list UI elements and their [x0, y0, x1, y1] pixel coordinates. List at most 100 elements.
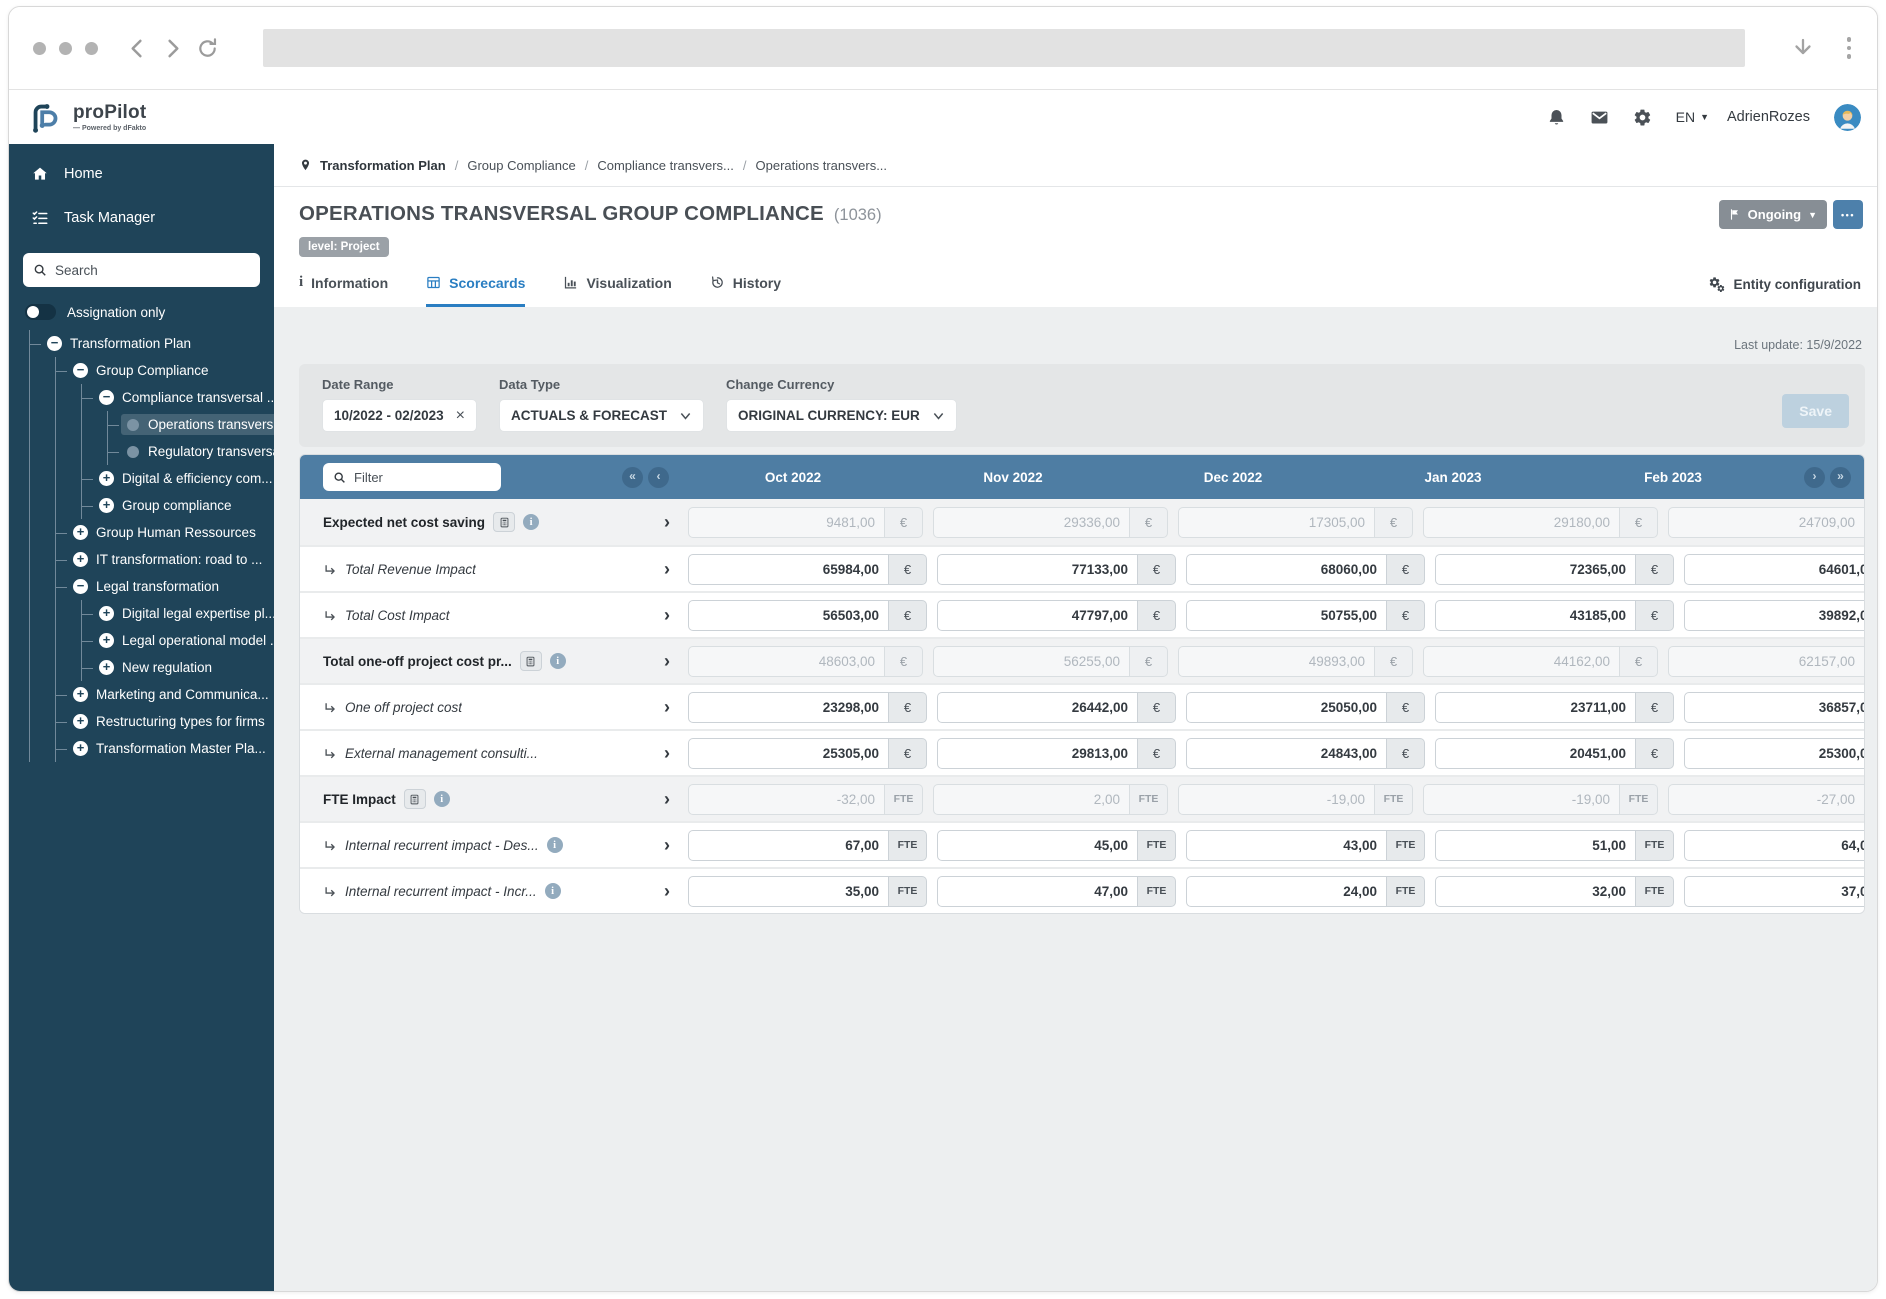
calculator-icon[interactable]: [403, 789, 426, 809]
value-input[interactable]: [1684, 829, 1864, 861]
value-input[interactable]: [1435, 599, 1636, 631]
collapse-node-icon[interactable]: −: [47, 336, 62, 351]
value-input[interactable]: [1186, 553, 1387, 585]
value-input[interactable]: [1186, 599, 1387, 631]
gear-icon[interactable]: [1633, 108, 1652, 127]
expand-node-icon[interactable]: +: [99, 606, 114, 621]
window-control-dot[interactable]: [33, 41, 46, 55]
value-input[interactable]: [1684, 553, 1864, 585]
data-type-select[interactable]: ACTUALS & FORECAST: [498, 399, 704, 432]
expand-node-icon[interactable]: +: [73, 714, 88, 729]
date-range-input[interactable]: 10/2022 - 02/2023 ×: [322, 399, 477, 432]
calculator-icon[interactable]: [493, 512, 516, 532]
window-control-dot[interactable]: [59, 41, 72, 55]
expand-node-icon[interactable]: +: [73, 687, 88, 702]
value-input[interactable]: [937, 875, 1138, 907]
propilot-logo[interactable]: proPilot — Powered by dFakto: [27, 98, 146, 136]
collapse-node-icon[interactable]: −: [73, 363, 88, 378]
value-input[interactable]: [688, 599, 889, 631]
back-icon[interactable]: [126, 37, 149, 60]
expand-row-chevron[interactable]: ›: [664, 560, 670, 578]
tab-visualization[interactable]: Visualization: [563, 275, 672, 307]
leaf-dot-icon[interactable]: [126, 445, 139, 458]
value-input[interactable]: [1186, 691, 1387, 723]
assignation-toggle[interactable]: [25, 304, 56, 320]
tree-item[interactable]: − Group Compliance: [9, 357, 274, 384]
expand-row-chevron[interactable]: ›: [664, 790, 670, 808]
tab-history[interactable]: History: [710, 275, 781, 307]
browser-menu-icon[interactable]: [1846, 37, 1851, 59]
value-input[interactable]: [937, 691, 1138, 723]
avatar[interactable]: [1834, 103, 1861, 131]
tree-item[interactable]: + Digital & efficiency com...: [9, 465, 274, 492]
value-input[interactable]: [1684, 737, 1864, 769]
expand-node-icon[interactable]: +: [73, 741, 88, 756]
breadcrumb-item[interactable]: Group Compliance: [467, 158, 575, 173]
expand-node-icon[interactable]: +: [99, 498, 114, 513]
value-input[interactable]: [1684, 599, 1864, 631]
tree-item[interactable]: + Transformation Master Pla...: [9, 735, 274, 762]
mail-icon[interactable]: [1590, 108, 1609, 127]
save-button[interactable]: Save: [1782, 393, 1849, 428]
value-input[interactable]: [1435, 737, 1636, 769]
value-input[interactable]: [1684, 691, 1864, 723]
tree-item[interactable]: Regulatory transversa...: [9, 438, 274, 465]
info-icon[interactable]: i: [523, 514, 540, 530]
info-icon[interactable]: i: [549, 653, 566, 669]
next-page-button[interactable]: ›: [1804, 466, 1825, 488]
value-input[interactable]: [937, 829, 1138, 861]
last-page-button[interactable]: »: [1830, 466, 1851, 488]
status-button[interactable]: Ongoing ▼: [1718, 200, 1827, 229]
tree-item[interactable]: + Group compliance: [9, 492, 274, 519]
tab-information[interactable]: i Information: [299, 274, 388, 307]
value-input[interactable]: [688, 829, 889, 861]
value-input[interactable]: [1186, 829, 1387, 861]
expand-node-icon[interactable]: +: [73, 525, 88, 540]
value-input[interactable]: [1186, 737, 1387, 769]
value-input[interactable]: [688, 737, 889, 769]
tree-item[interactable]: − Compliance transversal ...: [9, 384, 274, 411]
sidebar-item-task-manager[interactable]: Task Manager: [9, 196, 274, 240]
search-input[interactable]: [55, 262, 250, 278]
entity-configuration-button[interactable]: Entity configuration: [1708, 276, 1861, 306]
expand-row-chevron[interactable]: ›: [664, 606, 670, 624]
expand-node-icon[interactable]: +: [99, 471, 114, 486]
prev-page-button[interactable]: ‹: [648, 466, 669, 488]
address-bar[interactable]: [263, 29, 1745, 67]
value-input[interactable]: [688, 875, 889, 907]
table-filter[interactable]: [323, 463, 501, 491]
forward-icon[interactable]: [161, 37, 184, 60]
value-input[interactable]: [1684, 875, 1864, 907]
more-actions-button[interactable]: •••: [1833, 200, 1863, 229]
window-controls[interactable]: [33, 41, 98, 55]
reload-icon[interactable]: [196, 37, 219, 60]
expand-row-chevron[interactable]: ›: [664, 652, 670, 670]
value-input[interactable]: [937, 737, 1138, 769]
leaf-dot-icon[interactable]: [126, 418, 139, 431]
tree-item[interactable]: Operations transvers...: [9, 411, 274, 438]
expand-row-chevron[interactable]: ›: [664, 513, 670, 531]
collapse-node-icon[interactable]: −: [73, 579, 88, 594]
value-input[interactable]: [688, 553, 889, 585]
bell-icon[interactable]: [1547, 108, 1566, 127]
value-input[interactable]: [1435, 553, 1636, 585]
filter-input[interactable]: [354, 469, 491, 485]
expand-row-chevron[interactable]: ›: [664, 836, 670, 854]
expand-row-chevron[interactable]: ›: [664, 882, 670, 900]
value-input[interactable]: [1186, 875, 1387, 907]
tree-item[interactable]: + Restructuring types for firms: [9, 708, 274, 735]
collapse-node-icon[interactable]: −: [99, 390, 114, 405]
window-control-dot[interactable]: [85, 41, 98, 55]
value-input[interactable]: [937, 599, 1138, 631]
language-selector[interactable]: EN ▼: [1676, 109, 1709, 125]
expand-node-icon[interactable]: +: [73, 552, 88, 567]
breadcrumb-item[interactable]: Transformation Plan: [320, 158, 446, 173]
expand-node-icon[interactable]: +: [99, 660, 114, 675]
value-input[interactable]: [688, 691, 889, 723]
first-page-button[interactable]: «: [622, 466, 643, 488]
value-input[interactable]: [1435, 691, 1636, 723]
value-input[interactable]: [937, 553, 1138, 585]
tree-item[interactable]: + New regulation: [9, 654, 274, 681]
tab-scorecards[interactable]: Scorecards: [426, 275, 526, 307]
breadcrumb-item[interactable]: Operations transvers...: [756, 158, 888, 173]
